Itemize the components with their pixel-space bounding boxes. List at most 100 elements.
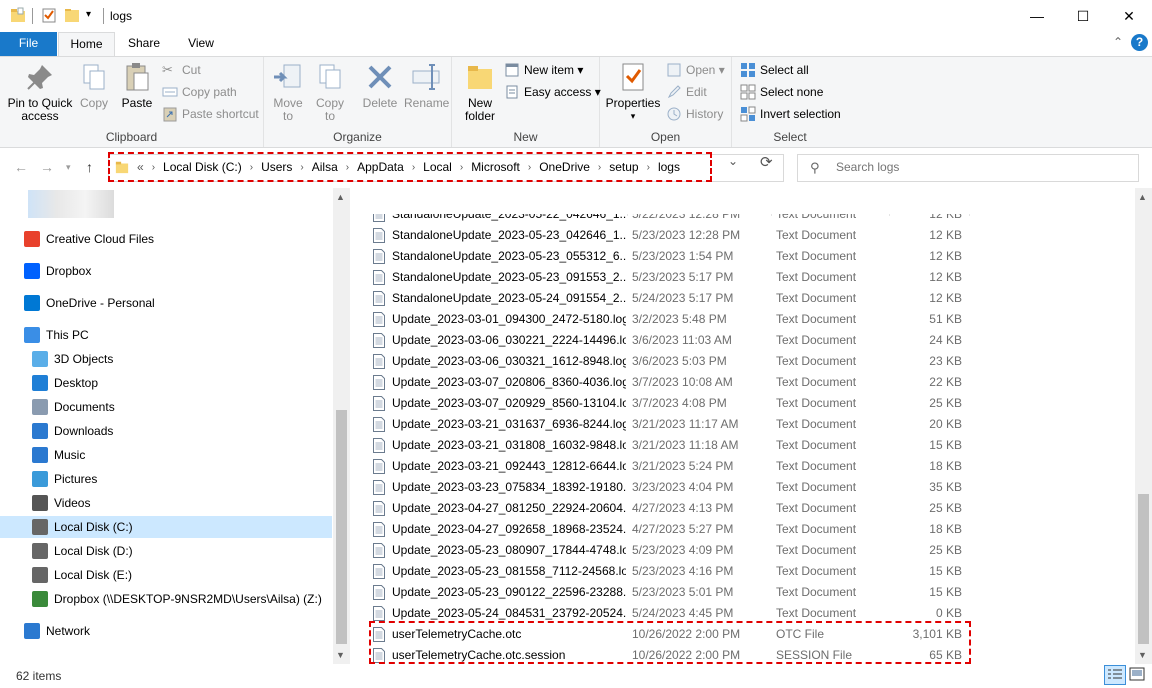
file-date-modified: 4/27/2023 5:27 PM bbox=[632, 522, 734, 536]
nav-item[interactable]: Network bbox=[0, 620, 332, 642]
recent-locations-icon[interactable]: ▾ bbox=[66, 162, 71, 173]
nav-item[interactable]: Local Disk (E:) bbox=[0, 564, 332, 586]
properties-button[interactable]: Properties ▾ bbox=[604, 61, 662, 123]
search-icon: ⚲ bbox=[810, 160, 820, 175]
nav-item[interactable]: This PC bbox=[0, 324, 332, 346]
large-icons-view-button[interactable] bbox=[1127, 665, 1149, 685]
file-row[interactable]: Update_2023-03-07_020806_8360-4036.log 3/… bbox=[370, 372, 972, 393]
file-row[interactable]: Update_2023-03-06_030221_2224-14496.log 3… bbox=[370, 330, 972, 351]
move-to-button[interactable]: Move to bbox=[270, 61, 306, 123]
file-row[interactable]: StandaloneUpdate_2023-05-23_055312_6... 5… bbox=[370, 246, 972, 267]
file-row[interactable]: Update_2023-04-27_092658_18968-23524... 4… bbox=[370, 519, 972, 540]
back-arrow-icon[interactable]: ← bbox=[14, 159, 28, 175]
file-row[interactable]: Update_2023-05-23_081558_7112-24568.log 5… bbox=[370, 561, 972, 582]
tab-home[interactable]: Home bbox=[58, 32, 115, 57]
file-row[interactable]: Update_2023-03-21_031808_16032-9848.log 3… bbox=[370, 435, 972, 456]
scroll-up-icon[interactable]: ▲ bbox=[336, 192, 345, 202]
nav-item[interactable]: OneDrive - Personal bbox=[0, 292, 332, 314]
file-row[interactable]: Update_2023-03-21_031637_6936-8244.log 3/… bbox=[370, 414, 972, 435]
delete-button[interactable]: Delete bbox=[360, 61, 400, 110]
help-icon[interactable]: ? bbox=[1131, 34, 1148, 51]
file-row[interactable]: StandaloneUpdate_2023-05-24_091554_2... 5… bbox=[370, 288, 972, 309]
file-row[interactable]: Update_2023-03-06_030321_1612-8948.log 3/… bbox=[370, 351, 972, 372]
copy-path-button[interactable]: Copy path bbox=[162, 82, 237, 102]
copy-button[interactable]: Copy bbox=[76, 61, 112, 110]
tab-view[interactable]: View bbox=[175, 32, 227, 56]
properties-dropdown-icon[interactable]: ▾ bbox=[604, 110, 662, 123]
file-row[interactable]: StandaloneUpdate_2023-05-22_042646_1... 5… bbox=[370, 204, 972, 225]
status-bar: 62 items bbox=[0, 664, 1152, 688]
minimize-button[interactable]: — bbox=[1014, 0, 1060, 32]
copy-to-button[interactable]: Copy to bbox=[312, 61, 348, 123]
file-row[interactable]: Update_2023-03-21_092443_12812-6644.log 3… bbox=[370, 456, 972, 477]
new-folder-icon[interactable] bbox=[64, 7, 80, 23]
pin-to-quick-access-button[interactable]: Pin to Quick access bbox=[6, 61, 74, 123]
select-all-button[interactable]: Select all bbox=[740, 60, 809, 80]
file-scroll-thumb[interactable] bbox=[1138, 494, 1149, 644]
history-button[interactable]: History bbox=[666, 104, 723, 124]
nav-item[interactable]: Downloads bbox=[0, 420, 332, 442]
file-date-modified: 3/7/2023 4:08 PM bbox=[632, 396, 727, 410]
easy-access-button[interactable]: Easy access ▾ bbox=[504, 82, 601, 102]
scissors-icon: ✂ bbox=[162, 62, 173, 77]
nav-item[interactable]: Videos bbox=[0, 492, 332, 514]
nav-item[interactable]: Creative Cloud Files bbox=[0, 228, 332, 250]
scroll-down-icon[interactable]: ▼ bbox=[1138, 650, 1147, 660]
nav-item[interactable]: Dropbox (\\DESKTOP-9NSR2MD\Users\Ailsa) … bbox=[0, 588, 332, 610]
file-row[interactable]: Update_2023-04-27_081250_22924-20604... 4… bbox=[370, 498, 972, 519]
select-group-label: Select bbox=[773, 130, 807, 144]
nav-item[interactable]: Dropbox bbox=[0, 260, 332, 282]
easy-access-icon bbox=[506, 85, 518, 99]
file-row[interactable]: StandaloneUpdate_2023-05-23_091553_2... 5… bbox=[370, 267, 972, 288]
details-view-button[interactable] bbox=[1104, 665, 1126, 685]
file-row[interactable]: Update_2023-05-23_090122_22596-23288... 5… bbox=[370, 582, 972, 603]
nav-item[interactable]: Documents bbox=[0, 396, 332, 418]
pin-icon bbox=[27, 65, 52, 90]
refresh-icon[interactable]: ⟳ bbox=[760, 153, 773, 171]
invert-selection-button[interactable]: Invert selection bbox=[740, 104, 841, 124]
nav-item[interactable]: Music bbox=[0, 444, 332, 466]
address-dropdown-icon[interactable]: ⌄ bbox=[728, 154, 738, 168]
text-file-icon bbox=[373, 606, 385, 621]
cut-button[interactable]: ✂ Cut bbox=[162, 60, 201, 80]
select-all-label: Select all bbox=[760, 63, 809, 77]
search-box[interactable]: ⚲ bbox=[797, 154, 1139, 182]
collapse-ribbon-icon[interactable]: ⌃ bbox=[1113, 35, 1123, 49]
nav-item[interactable]: 3D Objects bbox=[0, 348, 332, 370]
rename-button[interactable]: Rename bbox=[404, 61, 449, 110]
select-none-button[interactable]: Select none bbox=[740, 82, 823, 102]
tab-file[interactable]: File bbox=[0, 32, 57, 56]
paste-shortcut-button[interactable]: Paste shortcut bbox=[162, 104, 259, 124]
up-arrow-icon[interactable]: ↑ bbox=[86, 159, 93, 175]
file-row[interactable]: Update_2023-05-23_080907_17844-4748.log 5… bbox=[370, 540, 972, 561]
new-folder-button[interactable]: New folder bbox=[460, 61, 500, 123]
close-button[interactable]: ✕ bbox=[1106, 0, 1152, 32]
file-row[interactable]: Update_2023-03-07_020929_8560-13104.log 3… bbox=[370, 393, 972, 414]
search-input[interactable] bbox=[836, 160, 1126, 174]
forward-arrow-icon[interactable]: → bbox=[40, 159, 54, 175]
scroll-up-icon[interactable]: ▲ bbox=[1138, 192, 1147, 202]
properties-icon[interactable] bbox=[41, 7, 57, 23]
divider bbox=[32, 8, 33, 24]
text-file-icon bbox=[373, 543, 385, 558]
file-scrollbar[interactable]: ▲ ▼ bbox=[1135, 188, 1152, 664]
pin-label: Pin to Quick access bbox=[7, 96, 73, 123]
open-button[interactable]: Open ▾ bbox=[666, 60, 725, 80]
edit-button[interactable]: Edit bbox=[666, 82, 707, 102]
nav-item[interactable]: Local Disk (D:) bbox=[0, 540, 332, 562]
file-row[interactable]: Update_2023-03-01_094300_2472-5180.log 3/… bbox=[370, 309, 972, 330]
nav-item[interactable]: Pictures bbox=[0, 468, 332, 490]
nav-item[interactable]: Local Disk (C:) bbox=[0, 516, 332, 538]
nav-item[interactable]: Desktop bbox=[0, 372, 332, 394]
customize-quick-access-icon[interactable]: ▾ bbox=[86, 9, 91, 20]
nav-scroll-thumb[interactable] bbox=[336, 410, 347, 644]
maximize-button[interactable]: ☐ bbox=[1060, 0, 1106, 32]
file-row[interactable]: StandaloneUpdate_2023-05-23_042646_1... 5… bbox=[370, 225, 972, 246]
nav-scrollbar[interactable]: ▲ ▼ bbox=[333, 188, 350, 664]
paste-button[interactable]: Paste bbox=[118, 61, 156, 110]
nav-item-label: Network bbox=[46, 624, 91, 638]
tab-share[interactable]: Share bbox=[118, 32, 170, 56]
file-row[interactable]: Update_2023-03-23_075834_18392-19180... 3… bbox=[370, 477, 972, 498]
scroll-down-icon[interactable]: ▼ bbox=[336, 650, 345, 660]
new-item-button[interactable]: New item ▾ bbox=[504, 60, 583, 80]
